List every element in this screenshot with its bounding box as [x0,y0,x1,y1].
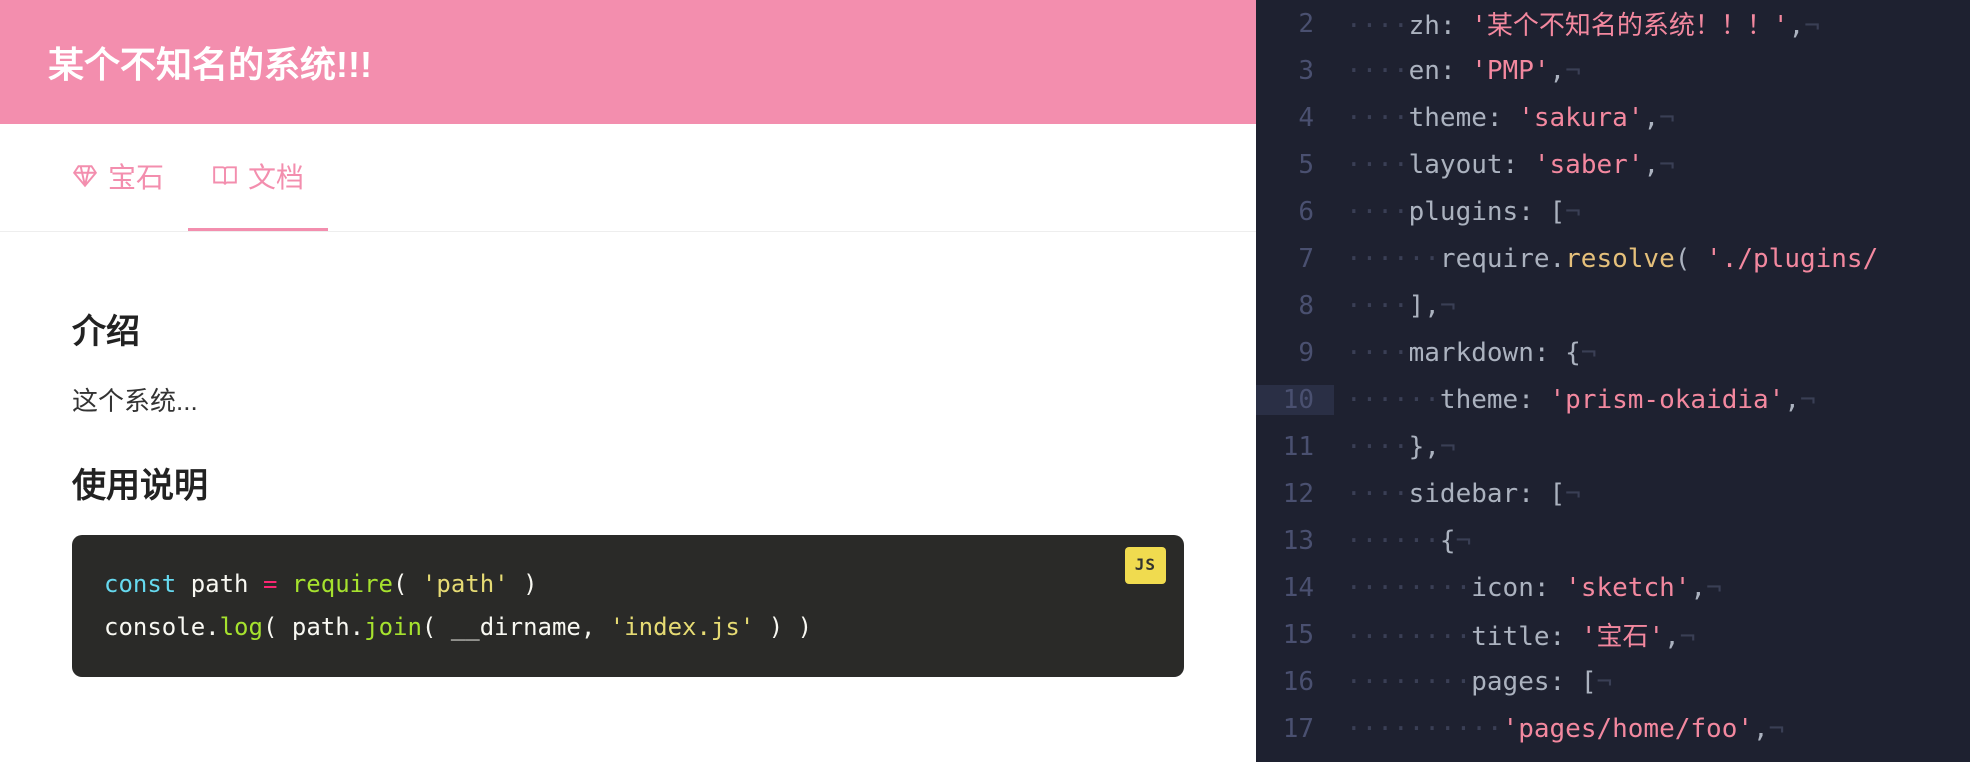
section-heading-usage: 使用说明 [72,458,1184,507]
line-number: 2 [1256,9,1334,39]
site-title: 某个不知名的系统!!! [48,44,372,85]
editor-line[interactable]: 11····},¬ [1256,423,1970,470]
line-number: 14 [1256,573,1334,603]
line-content: ····markdown: {¬ [1334,338,1970,368]
line-content: ······theme: 'prism-okaidia',¬ [1334,385,1970,415]
editor-line[interactable]: 10······theme: 'prism-okaidia',¬ [1256,376,1970,423]
app-root: 某个不知名的系统!!! 宝石 文档 介绍 这个系统... 使用说明 JS [0,0,1970,762]
line-number: 5 [1256,150,1334,180]
editor-line[interactable]: 3····en: 'PMP',¬ [1256,47,1970,94]
intro-text: 这个系统... [72,381,1184,418]
line-number: 8 [1256,291,1334,321]
line-content: ····en: 'PMP',¬ [1334,56,1970,86]
line-number: 7 [1256,244,1334,274]
line-number: 4 [1256,103,1334,133]
editor-line[interactable]: 14········icon: 'sketch',¬ [1256,564,1970,611]
editor-line[interactable]: 7······require.resolve( './plugins/ [1256,235,1970,282]
site-header: 某个不知名的系统!!! [0,0,1256,124]
tab-docs[interactable]: 文档 [188,124,328,231]
editor-line[interactable]: 15········title: '宝石',¬ [1256,611,1970,658]
line-number: 10 [1256,385,1334,415]
line-number: 12 [1256,479,1334,509]
line-content: ····sidebar: [¬ [1334,479,1970,509]
tab-label: 文档 [248,156,304,196]
editor-line[interactable]: 4····theme: 'sakura',¬ [1256,94,1970,141]
editor-line[interactable]: 16········pages: [¬ [1256,658,1970,705]
line-number: 13 [1256,526,1334,556]
line-content: ····plugins: [¬ [1334,197,1970,227]
line-content: ········pages: [¬ [1334,667,1970,697]
line-content: ······require.resolve( './plugins/ [1334,244,1970,274]
editor-line[interactable]: 12····sidebar: [¬ [1256,470,1970,517]
line-number: 17 [1256,714,1334,744]
line-content: ········icon: 'sketch',¬ [1334,573,1970,603]
book-icon [212,163,238,189]
line-content: ····],¬ [1334,291,1970,321]
editor-line[interactable]: 8····],¬ [1256,282,1970,329]
line-content: ········title: '宝石',¬ [1334,616,1970,653]
line-number: 16 [1256,667,1334,697]
line-number: 15 [1256,620,1334,650]
line-number: 3 [1256,56,1334,86]
line-content: ··········'pages/home/foo',¬ [1334,714,1970,744]
code-editor[interactable]: 2····zh: '某个不知名的系统！！！',¬3····en: 'PMP',¬… [1256,0,1970,762]
tab-bar: 宝石 文档 [0,124,1256,232]
line-number: 11 [1256,432,1334,462]
sketch-icon [72,163,98,189]
line-number: 9 [1256,338,1334,368]
preview-panel: 某个不知名的系统!!! 宝石 文档 介绍 这个系统... 使用说明 JS [0,0,1256,762]
line-content: ····zh: '某个不知名的系统！！！',¬ [1334,5,1970,42]
code-line: const path = require( 'path' ) [104,563,1152,606]
line-number: 6 [1256,197,1334,227]
tab-gem[interactable]: 宝石 [48,124,188,231]
editor-line[interactable]: 17··········'pages/home/foo',¬ [1256,705,1970,752]
line-content: ····layout: 'saber',¬ [1334,150,1970,180]
code-block: JS const path = require( 'path' ) consol… [72,535,1184,677]
editor-line[interactable]: 9····markdown: {¬ [1256,329,1970,376]
line-content: ······{¬ [1334,526,1970,556]
editor-line[interactable]: 5····layout: 'saber',¬ [1256,141,1970,188]
code-line: console.log( path.join( __dirname, 'inde… [104,606,1152,649]
section-heading-intro: 介绍 [72,304,1184,353]
line-content: ····theme: 'sakura',¬ [1334,103,1970,133]
editor-line[interactable]: 2····zh: '某个不知名的系统！！！',¬ [1256,0,1970,47]
editor-line[interactable]: 6····plugins: [¬ [1256,188,1970,235]
code-lang-badge: JS [1125,547,1166,584]
tab-label: 宝石 [108,156,164,196]
line-content: ····},¬ [1334,432,1970,462]
doc-content: 介绍 这个系统... 使用说明 JS const path = require(… [0,256,1256,725]
editor-line[interactable]: 13······{¬ [1256,517,1970,564]
